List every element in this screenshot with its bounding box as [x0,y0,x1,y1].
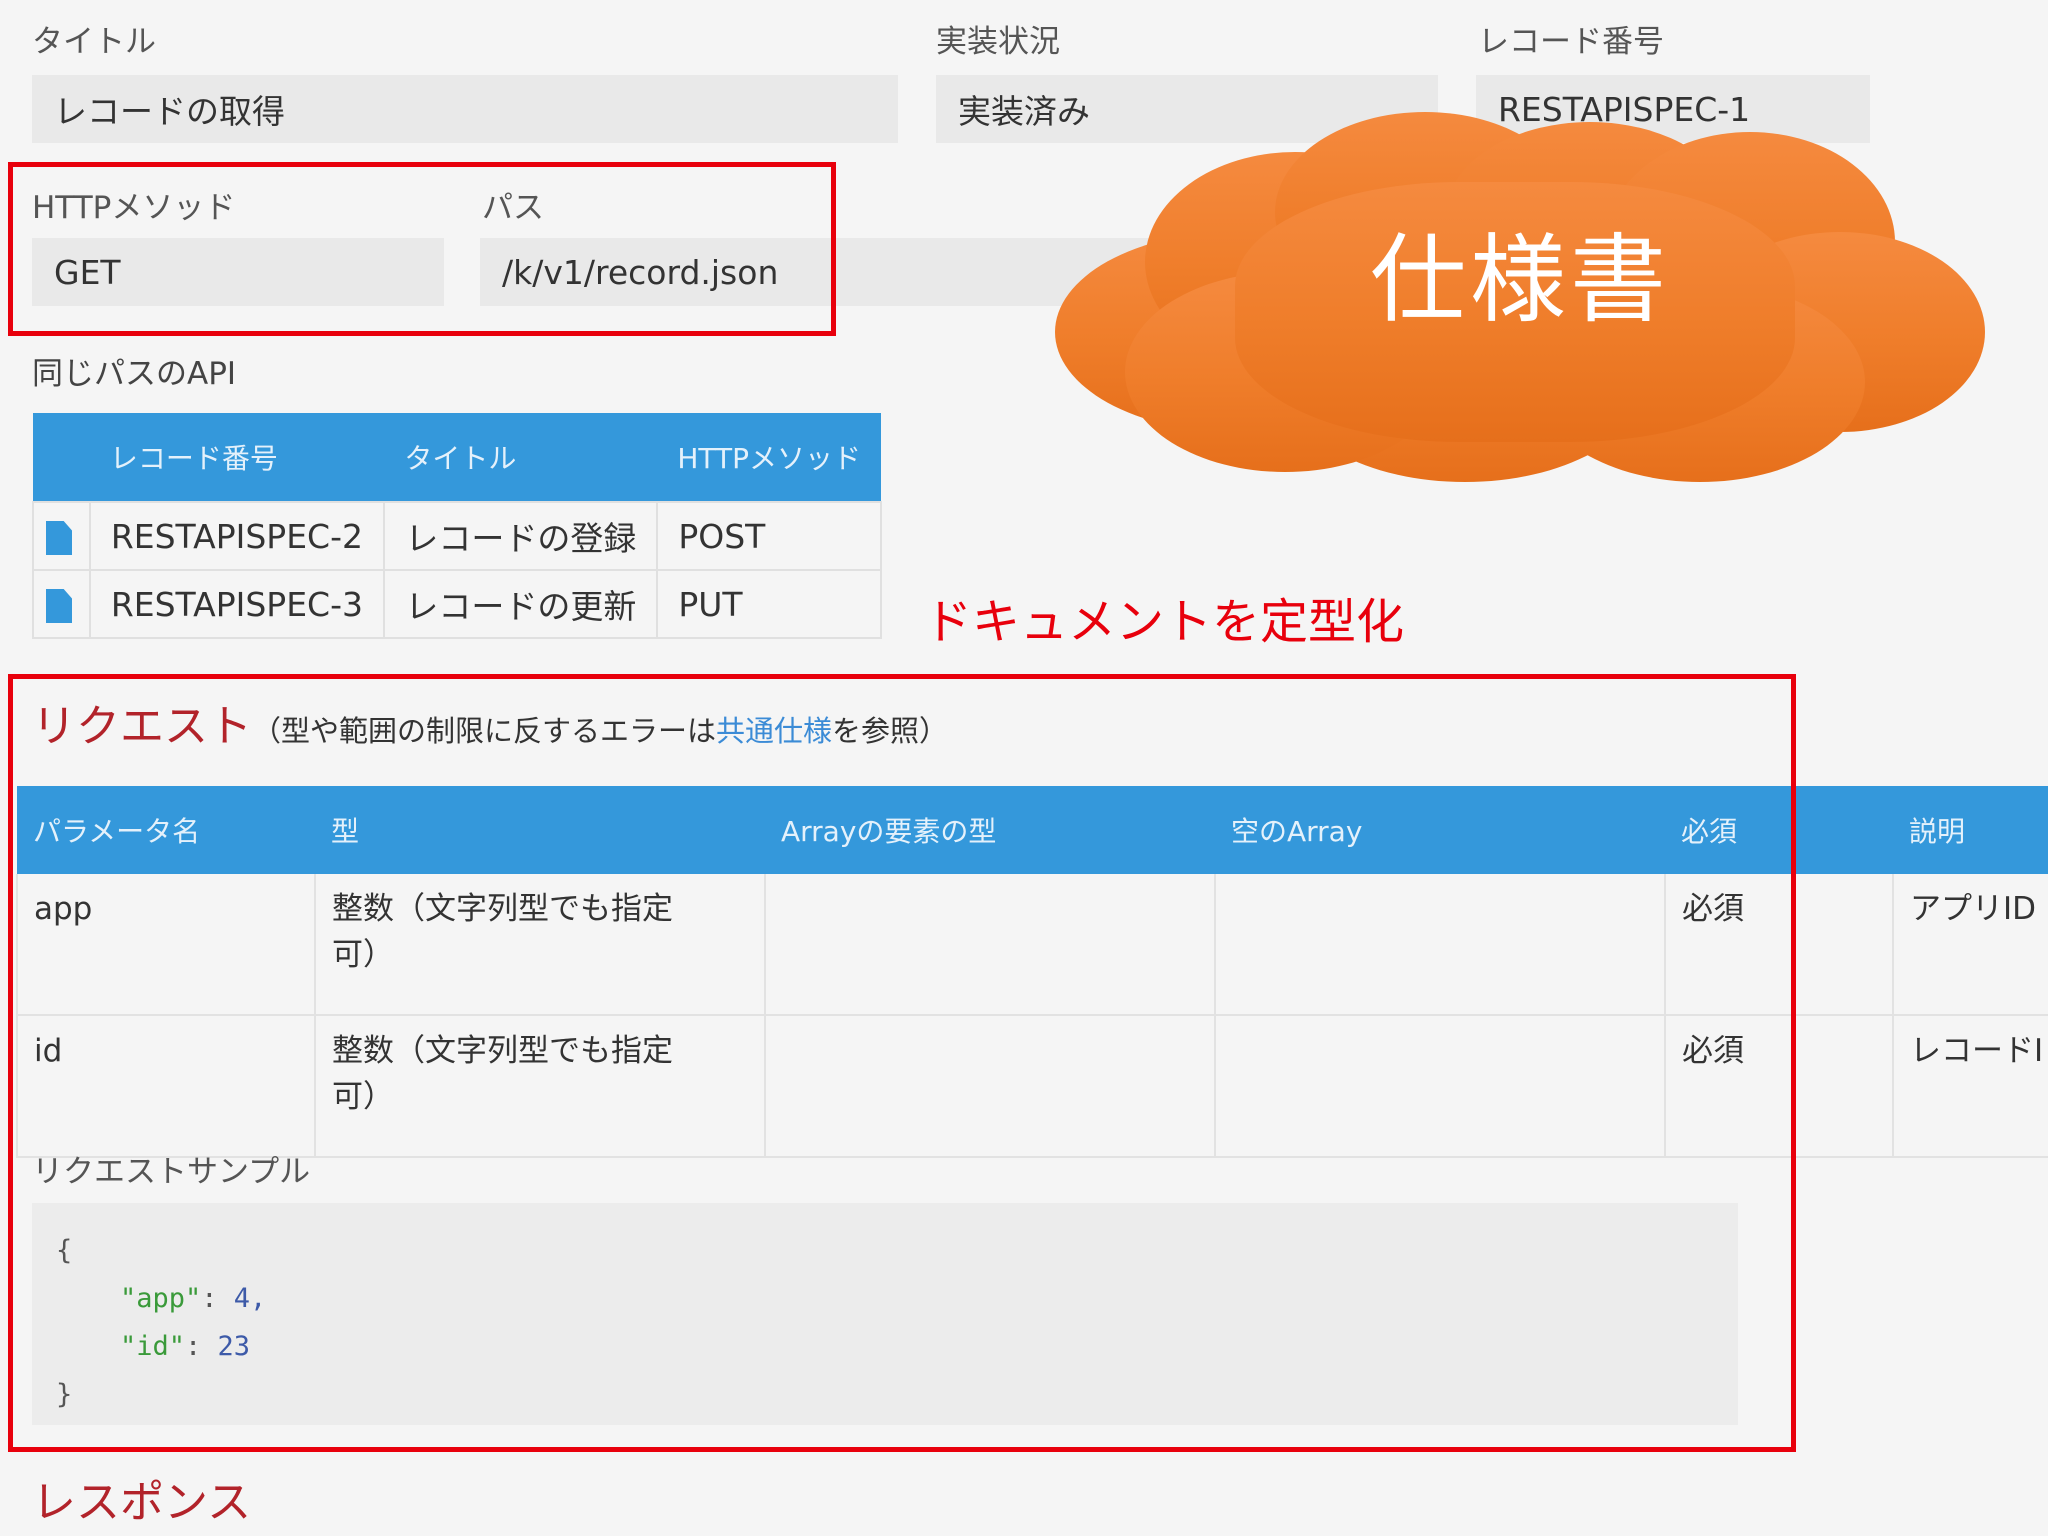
record-number-cell[interactable]: RESTAPISPEC-3 [88,569,386,639]
same-path-heading: 同じパスのAPI [32,356,237,392]
column-header: HTTPメソッド [657,413,881,502]
icon-column-header [33,413,90,502]
table-header-row: レコード番号 タイトル HTTPメソッド [33,413,881,502]
title-field[interactable]: レコードの取得 [32,75,898,143]
caption-text: ドキュメントを定型化 [924,594,1405,650]
param-description-cell: アプリID [1892,874,2048,1016]
request-highlight [8,674,1796,1452]
title-label: タイトル [32,24,156,60]
status-label: 実装状況 [936,24,1060,60]
record-number-cell[interactable]: RESTAPISPEC-2 [88,501,386,571]
method-cell: POST [656,501,882,571]
method-cell: PUT [656,569,882,639]
cloud-text: 仕様書 [1370,224,1670,336]
title-cell: レコードの更新 [383,569,659,639]
column-header: タイトル [384,413,658,502]
param-description-cell: レコードI [1892,1015,2048,1158]
table-row[interactable]: RESTAPISPEC-2 レコードの登録 POST [32,501,882,571]
same-path-table: レコード番号 タイトル HTTPメソッド RESTAPISPEC-2 レコードの… [32,413,882,639]
record-number-label: レコード番号 [1478,24,1664,60]
method-path-highlight [8,162,836,336]
column-header: 説明 [1893,786,2048,874]
spec-cloud: 仕様書 [1055,112,1985,482]
document-icon[interactable] [46,521,72,555]
document-icon[interactable] [46,589,72,623]
response-title: レスポンス [32,1477,252,1528]
table-row[interactable]: RESTAPISPEC-3 レコードの更新 PUT [32,569,882,639]
title-cell: レコードの登録 [383,501,659,571]
column-header: レコード番号 [89,413,385,502]
